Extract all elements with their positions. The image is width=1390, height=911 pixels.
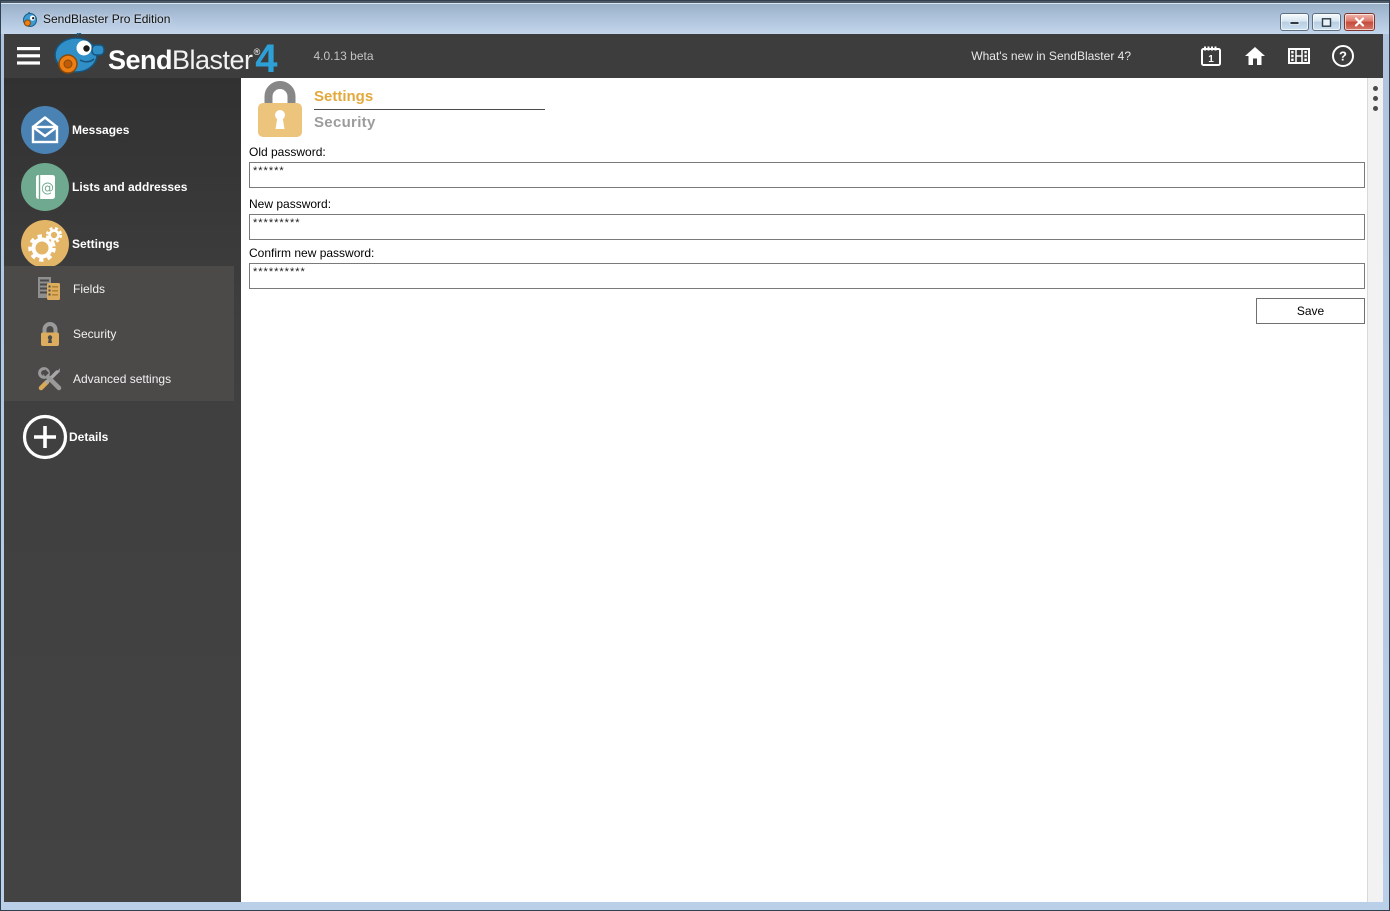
close-button[interactable] (1344, 13, 1375, 31)
breadcrumb-settings[interactable]: Settings (314, 88, 545, 110)
whats-new-link[interactable]: What's new in SendBlaster 4? (971, 49, 1131, 63)
sidebar-item-advanced-settings[interactable]: Advanced settings (4, 356, 234, 401)
svg-text:@: @ (41, 181, 54, 196)
security-lock-icon (256, 81, 304, 144)
confirm-new-password-label: Confirm new password: (249, 246, 375, 260)
logo-send: Send (108, 44, 173, 75)
sidebar-item-label: Settings (72, 237, 120, 251)
sidebar-item-lists-and-addresses[interactable]: @ Lists and addresses (4, 161, 241, 213)
calendar-icon[interactable]: 1 (1199, 44, 1223, 68)
sidebar-item-label: Fields (73, 281, 106, 296)
sidebar: Messages @ Lists and addresses Settings … (4, 78, 241, 902)
password-form: Old password: New password: Confirm new … (249, 141, 1365, 324)
svg-text:?: ? (1339, 49, 1347, 64)
sidebar-item-messages[interactable]: Messages (4, 104, 241, 156)
page-title-security: Security (314, 114, 376, 131)
grip-dots-icon (1373, 86, 1378, 111)
sidebar-item-security[interactable]: Security (4, 311, 234, 356)
logo-blaster: Blaster (172, 44, 253, 75)
plus-circle-icon (21, 413, 69, 461)
confirm-new-password-input[interactable] (249, 263, 1365, 289)
sidebar-item-label: Advanced settings (73, 371, 172, 386)
window-title: SendBlaster Pro Edition (43, 12, 171, 26)
address-book-icon: @ (21, 163, 69, 211)
top-toolbar: Send Blaster ® 4 4.0.13 beta What's new in … (4, 31, 1383, 81)
hamburger-menu-icon[interactable] (17, 47, 40, 65)
sidebar-item-settings[interactable]: Settings (4, 218, 241, 270)
app-frame: Send Blaster ® 4 4.0.13 beta What's new in … (4, 31, 1383, 902)
sendblaster-mascot-icon (48, 31, 106, 80)
tools-icon (35, 364, 65, 394)
sidebar-item-details[interactable]: Details (4, 411, 241, 463)
messages-envelope-icon (21, 106, 69, 154)
lock-icon (35, 319, 65, 349)
settings-submenu: Fields Security Advanced settings (4, 266, 234, 401)
home-icon[interactable] (1243, 44, 1267, 68)
sidebar-item-label: Lists and addresses (72, 180, 188, 194)
sidebar-item-label: Security (73, 326, 117, 341)
save-button[interactable]: Save (1256, 298, 1365, 324)
app-logo-icon (22, 12, 38, 33)
sidebar-item-label: Messages (72, 123, 130, 137)
sidebar-item-fields[interactable]: Fields (4, 266, 234, 311)
main-content: Settings Security Old password: New pass… (241, 78, 1367, 902)
app-version-label: 4.0.13 beta (313, 49, 374, 63)
app-window: SendBlaster Pro Edition Send Blaster ® 4… (0, 0, 1390, 911)
panel-splitter[interactable] (1367, 78, 1383, 902)
video-icon[interactable] (1287, 44, 1311, 68)
old-password-input[interactable] (249, 162, 1365, 188)
fields-icon (35, 274, 65, 304)
help-icon[interactable]: ? (1331, 44, 1355, 68)
new-password-label: New password: (249, 197, 332, 211)
minimize-button[interactable] (1280, 13, 1309, 31)
gears-icon (21, 220, 69, 268)
logo-version-digit: 4 (255, 36, 278, 81)
new-password-input[interactable] (249, 214, 1365, 240)
old-password-label: Old password: (249, 145, 326, 159)
svg-text:1: 1 (1208, 54, 1214, 65)
maximize-button[interactable] (1312, 13, 1341, 31)
titlebar[interactable]: SendBlaster Pro Edition (1, 1, 1389, 34)
sidebar-item-label: Details (69, 430, 109, 444)
logo-wordmark: Send Blaster ® 4 (108, 34, 278, 81)
